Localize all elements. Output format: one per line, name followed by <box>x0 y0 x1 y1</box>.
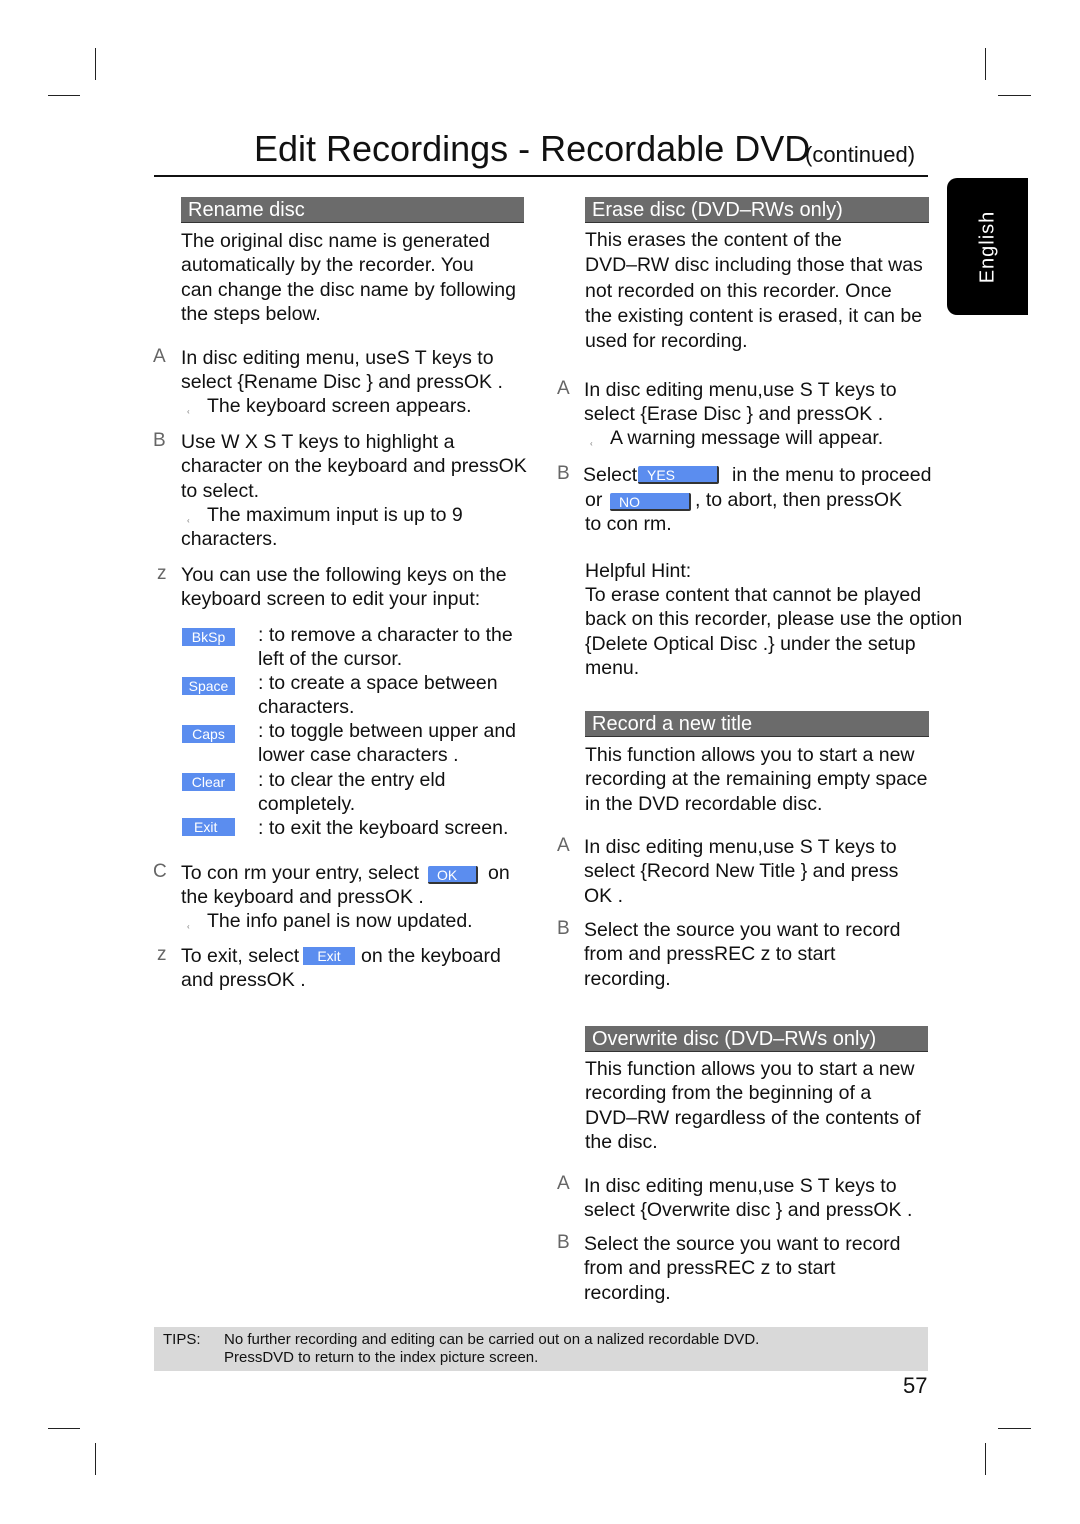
key-clear: Clear <box>182 773 235 791</box>
step-marker: A <box>557 835 570 856</box>
crop-mark <box>985 48 986 80</box>
erase-step-a: In disc editing menu,use S T keys to sel… <box>584 379 897 426</box>
crop-mark <box>48 95 80 96</box>
ok-button-image: OK <box>428 866 478 884</box>
record-intro: This function allows you to start a new … <box>585 744 928 815</box>
erase-step-b-abort: , to abort, then pressOK <box>695 489 903 511</box>
page-number: 57 <box>903 1373 928 1398</box>
step-marker: B <box>153 430 166 451</box>
key-clear-desc: : to clear the entry eld completely. <box>258 769 446 816</box>
key-bksp: BkSp <box>182 628 235 646</box>
result-bullet-icon: ‹ <box>187 407 190 416</box>
key-bksp-desc: : to remove a character to the left of t… <box>258 624 513 671</box>
step-marker: B <box>557 918 570 939</box>
step-marker: A <box>153 346 166 367</box>
crop-mark <box>998 1428 1031 1429</box>
page-title-continued: (continued) <box>805 142 916 167</box>
tips-label: TIPS: <box>163 1331 201 1348</box>
section-heading-overwrite-disc: Overwrite disc (DVD–RWs only) <box>585 1026 928 1052</box>
erase-step-b-cont: in the menu to proceed <box>732 464 932 486</box>
record-step-b: Select the source you want to record fro… <box>584 919 901 990</box>
rename-step-c-line2: the keyboard and pressOK . <box>181 886 424 908</box>
key-exit: Exit <box>182 818 235 836</box>
result-bullet-icon: ‹ <box>187 516 190 525</box>
erase-step-b-or: or <box>585 489 603 511</box>
overwrite-step-b: Select the source you want to record fro… <box>584 1233 901 1304</box>
language-tab: English <box>947 178 1028 315</box>
section-heading-rename-disc: Rename disc <box>181 197 524 223</box>
section-heading-erase-disc: Erase disc (DVD–RWs only) <box>585 197 929 223</box>
rename-step-b: Use W X S T keys to highlight a characte… <box>181 431 527 502</box>
exit-key-image: Exit <box>303 947 355 965</box>
rename-step-c-result: The info panel is now updated. <box>207 910 473 932</box>
helpful-hint-title: Helpful Hint: <box>585 560 692 582</box>
rename-step-c-cont: on <box>488 862 510 884</box>
page-title: Edit Recordings - Recordable DVD <box>254 128 811 169</box>
step-marker: z <box>157 563 167 584</box>
key-space-desc: : to create a space between characters. <box>258 672 498 719</box>
rename-step-z: You can use the following keys on the ke… <box>181 564 507 611</box>
erase-intro: This erases the content of the DVD–RW di… <box>585 229 923 353</box>
rename-step-c: To con rm your entry, select <box>181 862 420 884</box>
rename-step-b-result: The maximum input is up to 9 <box>207 504 463 526</box>
crop-mark <box>95 48 96 80</box>
rename-intro: The original disc name is generated auto… <box>181 230 516 325</box>
key-exit-desc: : to exit the keyboard screen. <box>258 817 509 839</box>
step-marker: A <box>557 1173 570 1194</box>
key-space: Space <box>182 677 235 695</box>
title-rule <box>154 175 928 177</box>
tips-line-2: PressDVD to return to the index picture … <box>224 1349 539 1366</box>
yes-button-image: YES <box>638 466 719 484</box>
step-marker: C <box>153 861 167 882</box>
rename-step-b-result-cont: characters. <box>181 528 278 550</box>
erase-step-b-confirm: to con rm. <box>585 513 672 535</box>
helpful-hint-text: To erase content that cannot be played b… <box>585 584 963 679</box>
key-caps: Caps <box>182 725 235 743</box>
rename-step-exit-line2: and pressOK . <box>181 969 306 991</box>
tips-box: TIPS: No further recording and editing c… <box>154 1327 928 1371</box>
section-heading-record-new-title: Record a new title <box>585 711 929 737</box>
overwrite-intro: This function allows you to start a new … <box>585 1058 921 1153</box>
record-step-a: In disc editing menu,use S T keys to sel… <box>584 836 899 907</box>
overwrite-step-a: In disc editing menu,use S T keys to sel… <box>584 1175 913 1222</box>
result-bullet-icon: ‹ <box>187 922 190 931</box>
step-marker: B <box>557 463 570 484</box>
crop-mark <box>95 1443 96 1475</box>
erase-step-b: Select <box>583 464 638 486</box>
rename-step-a: In disc editing menu, useS T keys to sel… <box>181 347 503 394</box>
language-tab-label: English <box>976 210 998 283</box>
step-marker: B <box>557 1232 570 1253</box>
rename-step-exit: To exit, select <box>181 945 300 967</box>
rename-step-a-result: The keyboard screen appears. <box>207 395 472 417</box>
crop-mark <box>48 1428 80 1429</box>
step-marker: z <box>157 944 167 965</box>
step-marker: A <box>557 378 570 399</box>
crop-mark <box>985 1443 986 1475</box>
erase-step-a-result: A warning message will appear. <box>610 427 884 449</box>
rename-step-exit-cont: on the keyboard <box>361 945 501 967</box>
result-bullet-icon: ‹ <box>590 439 593 448</box>
no-button-image: NO <box>610 493 691 511</box>
crop-mark <box>998 95 1031 96</box>
key-caps-desc: : to toggle between upper and lower case… <box>258 720 517 767</box>
tips-line-1: No further recording and editing can be … <box>224 1331 760 1348</box>
